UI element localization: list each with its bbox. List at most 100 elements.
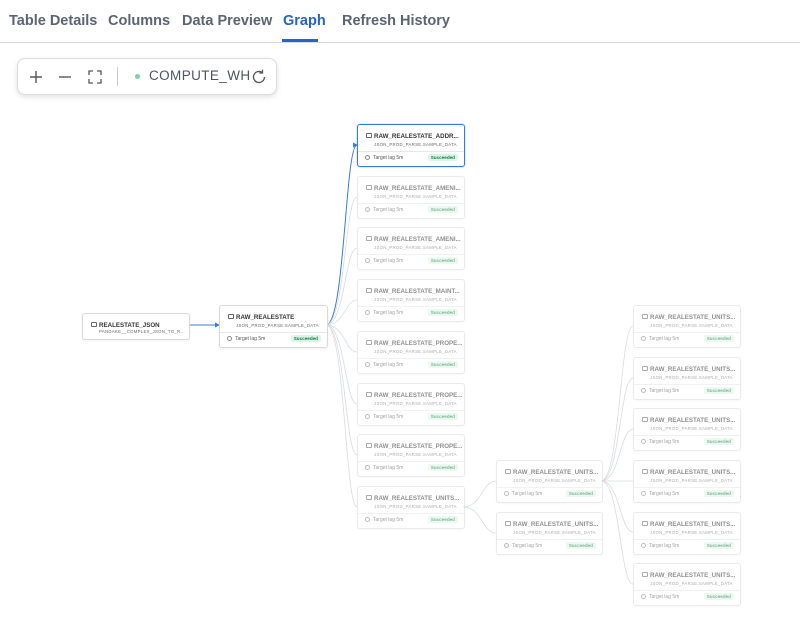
node-schema: JSON_PROD_PARSE.SAMPLE_DATA (374, 349, 457, 354)
clock-icon (365, 362, 370, 367)
node-divider (634, 539, 740, 540)
clock-icon (365, 258, 370, 263)
graph-node-child[interactable]: RAW_REALESTATE_ADDR... JSON_PROD_PARSE.S… (357, 124, 465, 167)
status-badge: Succeeded (427, 516, 458, 523)
node-name: RAW_REALESTATE_PROPE... (374, 443, 463, 450)
graph-node-root[interactable]: RAW_REALESTATE JSON_PROD_PARSE.SAMPLE_DA… (219, 305, 328, 348)
graph-node-source[interactable]: REALESTATE_JSON PANDAKE__COMPLEX_JSON_TO… (82, 313, 190, 340)
node-name: RAW_REALESTATE_UNITS... (513, 521, 599, 528)
graph-node-child[interactable]: RAW_REALESTATE_MAINT... JSON_PROD_PARSE.… (357, 279, 465, 322)
dynamic-table-icon (366, 185, 372, 190)
node-schema: JSON_PROD_PARSE.SAMPLE_DATA (374, 452, 457, 457)
clock-icon (504, 491, 509, 496)
graph-node-child[interactable]: RAW_REALESTATE_PROPE... JSON_PROD_PARSE.… (357, 434, 465, 477)
dynamic-table-icon (366, 133, 372, 138)
dynamic-table-icon (366, 392, 372, 397)
node-target-lag: Target lag 5m (512, 491, 543, 497)
node-divider (358, 461, 464, 462)
node-divider (220, 332, 327, 333)
node-divider (497, 539, 602, 540)
graph-node-child[interactable]: RAW_REALESTATE_AMENI... JSON_PROD_PARSE.… (357, 176, 465, 219)
node-target-lag: Target lag 5m (373, 517, 404, 523)
status-badge: Succeeded (565, 542, 596, 549)
dynamic-table-icon (642, 572, 648, 577)
dynamic-table-icon (642, 314, 648, 319)
graph-node-grandchild[interactable]: RAW_REALESTATE_UNITS... JSON_PROD_PARSE.… (496, 512, 603, 555)
node-schema: PANDAKE__COMPLEX_JSON_TO_R... (99, 329, 185, 334)
graph-node-leaf[interactable]: RAW_REALESTATE_UNITS... JSON_PROD_PARSE.… (633, 357, 741, 400)
status-badge: Succeeded (703, 438, 734, 445)
node-divider (358, 203, 464, 204)
node-divider (634, 590, 740, 591)
clock-icon (641, 491, 646, 496)
node-target-lag: Target lag 5m (649, 491, 680, 497)
status-badge: Succeeded (703, 490, 734, 497)
node-divider (634, 332, 740, 333)
clock-icon (365, 414, 370, 419)
node-target-lag: Target lag 5m (373, 465, 404, 471)
node-divider (358, 254, 464, 255)
node-schema: JSON_PROD_PARSE.SAMPLE_DATA (513, 530, 596, 535)
status-badge: Succeeded (703, 542, 734, 549)
status-badge: Succeeded (565, 490, 596, 497)
dynamic-table-icon (366, 443, 372, 448)
status-badge: Succeeded (427, 413, 458, 420)
node-divider (634, 435, 740, 436)
clock-icon (641, 388, 646, 393)
node-schema: JSON_PROD_PARSE.SAMPLE_DATA (236, 323, 319, 328)
node-name: RAW_REALESTATE_UNITS... (513, 469, 599, 476)
clock-icon (365, 155, 370, 160)
node-target-lag: Target lag 5m (649, 388, 680, 394)
node-schema: JSON_PROD_PARSE.SAMPLE_DATA (650, 581, 733, 586)
node-schema: JSON_PROD_PARSE.SAMPLE_DATA (374, 504, 457, 509)
node-target-lag: Target lag 5m (373, 258, 404, 264)
node-name: RAW_REALESTATE_MAINT... (374, 288, 460, 295)
dynamic-table-icon (505, 469, 511, 474)
dynamic-table-icon (505, 521, 511, 526)
dynamic-table-icon (642, 469, 648, 474)
dynamic-table-icon (642, 417, 648, 422)
node-divider (358, 410, 464, 411)
graph-node-leaf[interactable]: RAW_REALESTATE_UNITS... JSON_PROD_PARSE.… (633, 460, 741, 503)
node-schema: JSON_PROD_PARSE.SAMPLE_DATA (650, 323, 733, 328)
node-name: RAW_REALESTATE_UNITS... (650, 314, 736, 321)
graph-node-leaf[interactable]: RAW_REALESTATE_UNITS... JSON_PROD_PARSE.… (633, 305, 741, 348)
graph-node-leaf[interactable]: RAW_REALESTATE_UNITS... JSON_PROD_PARSE.… (633, 563, 741, 606)
status-badge: Succeeded (427, 257, 458, 264)
status-badge: Succeeded (427, 361, 458, 368)
node-divider (497, 487, 602, 488)
status-badge: Succeeded (703, 335, 734, 342)
node-name: RAW_REALESTATE_UNITS... (650, 521, 736, 528)
table-icon (91, 322, 97, 327)
node-target-lag: Target lag 5m (649, 543, 680, 549)
clock-icon (365, 207, 370, 212)
status-badge: Succeeded (290, 335, 321, 342)
dynamic-table-icon (642, 521, 648, 526)
node-name: RAW_REALESTATE_UNITS... (650, 469, 736, 476)
graph-node-child[interactable]: RAW_REALESTATE_PROPE... JSON_PROD_PARSE.… (357, 331, 465, 374)
graph-node-child[interactable]: RAW_REALESTATE_PROPE... JSON_PROD_PARSE.… (357, 383, 465, 426)
node-name: RAW_REALESTATE_UNITS... (650, 366, 736, 373)
clock-icon (365, 310, 370, 315)
graph-node-child[interactable]: RAW_REALESTATE_AMENI... JSON_PROD_PARSE.… (357, 227, 465, 270)
node-schema: JSON_PROD_PARSE.SAMPLE_DATA (374, 194, 457, 199)
node-schema: JSON_PROD_PARSE.SAMPLE_DATA (513, 478, 596, 483)
node-schema: JSON_PROD_PARSE.SAMPLE_DATA (374, 297, 457, 302)
edges-root-children (325, 196, 358, 508)
node-name: REALESTATE_JSON (99, 322, 160, 329)
node-target-lag: Target lag 5m (649, 439, 680, 445)
node-divider (358, 306, 464, 307)
clock-icon (504, 543, 509, 548)
node-target-lag: Target lag 5m (512, 543, 543, 549)
graph-node-grandchild[interactable]: RAW_REALESTATE_UNITS... JSON_PROD_PARSE.… (496, 460, 603, 503)
dynamic-table-icon (366, 288, 372, 293)
status-badge: Succeeded (427, 154, 458, 161)
graph-node-child[interactable]: RAW_REALESTATE_UNITS... JSON_PROD_PARSE.… (357, 486, 465, 529)
graph-node-leaf[interactable]: RAW_REALESTATE_UNITS... JSON_PROD_PARSE.… (633, 408, 741, 451)
node-name: RAW_REALESTATE_PROPE... (374, 340, 463, 347)
graph-node-leaf[interactable]: RAW_REALESTATE_UNITS... JSON_PROD_PARSE.… (633, 512, 741, 555)
node-name: RAW_REALESTATE_UNITS... (650, 572, 736, 579)
status-badge: Succeeded (427, 464, 458, 471)
node-schema: JSON_PROD_PARSE.SAMPLE_DATA (650, 530, 733, 535)
node-divider (358, 151, 464, 152)
